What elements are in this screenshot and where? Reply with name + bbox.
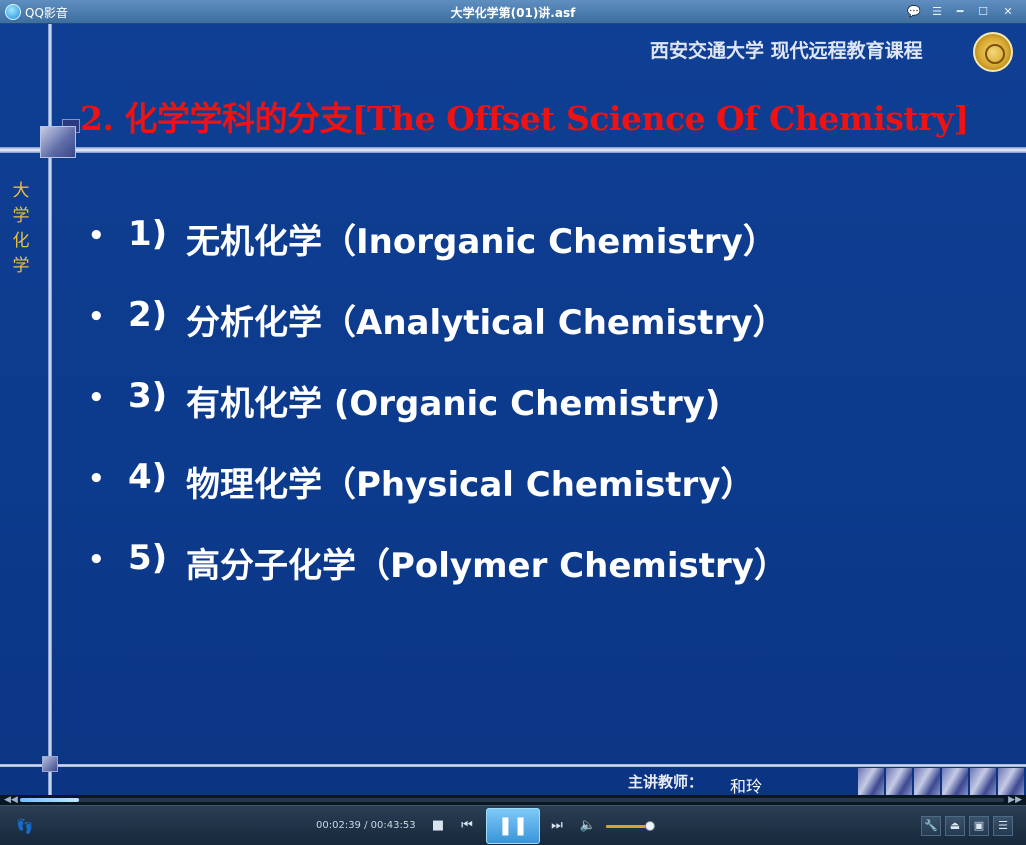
screen-icon[interactable]: ▣ — [969, 816, 989, 836]
video-frame[interactable]: 大 学 化 学 西安交通大学 现代远程教育课程 2. 化学学科的分支[The O… — [0, 24, 1026, 795]
time-display: 00:02:39 / 00:43:53 — [316, 820, 416, 831]
menu-icon[interactable]: ☰ — [927, 3, 947, 21]
seek-progress — [20, 798, 80, 802]
teacher-name: 和玲 — [730, 777, 763, 795]
bullet-text: 无机化学（Inorganic Chemistry） — [186, 222, 777, 262]
decor-tiles — [858, 768, 1026, 795]
list-item: • 5) 高分子化学（Polymer Chemistry） — [88, 538, 968, 619]
side-char: 学 — [12, 206, 30, 226]
playlist-icon[interactable]: ☰ — [993, 816, 1013, 836]
list-item: • 1) 无机化学（Inorganic Chemistry） — [88, 214, 968, 295]
bullet-number: 1) — [128, 214, 168, 254]
bullet-number: 5) — [128, 538, 168, 578]
bullet-number: 2) — [128, 295, 168, 335]
seek-forward-icon[interactable]: ▶▶ — [1008, 795, 1022, 805]
side-char: 化 — [12, 231, 30, 251]
bullet-text: 高分子化学（Polymer Chemistry） — [186, 546, 788, 586]
list-item: • 2) 分析化学（Analytical Chemistry） — [88, 295, 968, 376]
decor-square-bottom — [42, 756, 58, 772]
decor-square-top — [40, 126, 76, 158]
teacher-label: 主讲教师： — [628, 773, 704, 791]
bullet-dot-icon: • — [88, 464, 105, 494]
bullet-dot-icon: • — [88, 302, 105, 332]
decor-horizontal-line-bottom — [0, 764, 1026, 767]
list-item: • 4) 物理化学（Physical Chemistry） — [88, 457, 968, 538]
side-char: 大 — [12, 181, 30, 201]
list-item: • 3) 有机化学 (Organic Chemistry) — [88, 376, 968, 457]
seek-back-icon[interactable]: ◀◀ — [4, 795, 18, 805]
tools-icon[interactable]: 🔧 — [921, 816, 941, 836]
side-char: 学 — [12, 256, 30, 276]
previous-button[interactable]: ⏮ — [456, 816, 478, 836]
bullet-list: • 1) 无机化学（Inorganic Chemistry） • 2) 分析化学… — [88, 214, 968, 619]
bullet-number: 3) — [128, 376, 168, 416]
bullet-dot-icon: • — [88, 221, 105, 251]
footprint-icon[interactable]: 👣 — [16, 819, 33, 835]
stop-button[interactable]: ■ — [427, 816, 449, 836]
player-window: QQ影音 大学化学第(01)讲.asf 💬 ☰ ━ ☐ ✕ 大 学 化 学 西安… — [0, 0, 1026, 845]
chat-icon[interactable]: 💬 — [904, 3, 924, 21]
university-header: 西安交通大学 现代远程教育课程 — [650, 40, 923, 62]
eject-icon[interactable]: ⏏ — [945, 816, 965, 836]
seek-bar[interactable]: ◀◀ ▶▶ — [0, 795, 1026, 805]
decor-horizontal-line-top — [0, 147, 1026, 153]
university-seal-icon — [973, 32, 1013, 72]
next-button[interactable]: ⏭ — [546, 816, 568, 836]
control-bar: 👣 00:02:39 / 00:43:53 ■ ⏮ ❚❚ ⏭ 🔈 🔧 ⏏ ▣ ☰ — [0, 805, 1026, 845]
seek-track[interactable] — [20, 798, 1004, 802]
window-title: 大学化学第(01)讲.asf — [450, 6, 576, 20]
bullet-dot-icon: • — [88, 383, 105, 413]
qq-player-logo-icon[interactable] — [5, 4, 21, 20]
volume-icon[interactable]: 🔈 — [577, 816, 599, 836]
volume-slider-handle[interactable] — [645, 821, 655, 831]
bullet-text: 有机化学 (Organic Chemistry) — [186, 384, 721, 424]
bullet-text: 分析化学（Analytical Chemistry） — [186, 303, 787, 343]
bullet-dot-icon: • — [88, 545, 105, 575]
pause-button[interactable]: ❚❚ — [486, 808, 540, 844]
slide-title: 2. 化学学科的分支[The Offset Science Of Chemist… — [80, 99, 969, 138]
volume-slider[interactable] — [606, 825, 650, 828]
title-bar[interactable]: QQ影音 大学化学第(01)讲.asf 💬 ☰ ━ ☐ ✕ — [0, 0, 1026, 24]
minimize-button[interactable]: ━ — [950, 3, 970, 21]
maximize-button[interactable]: ☐ — [973, 3, 993, 21]
side-label: 大 学 化 学 — [10, 179, 32, 279]
bullet-text: 物理化学（Physical Chemistry） — [186, 465, 755, 505]
close-button[interactable]: ✕ — [998, 3, 1018, 21]
app-name[interactable]: QQ影音 — [25, 4, 68, 21]
bullet-number: 4) — [128, 457, 168, 497]
